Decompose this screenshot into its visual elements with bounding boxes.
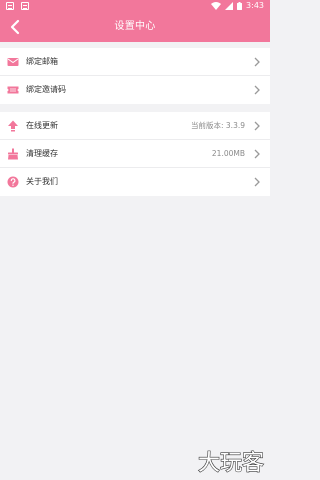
back-button[interactable] [6,17,26,37]
bind-email-label: 绑定邮箱 [26,57,58,66]
clear-cache-row[interactable]: 清理缓存 21.00MB [0,140,270,168]
chevron-right-icon [254,149,260,159]
broom-icon [8,148,18,160]
svg-text:大玩客: 大玩客 [198,451,264,476]
watermark-logo: 大玩客 [197,450,264,476]
upload-icon [8,120,18,132]
help-icon [7,176,19,188]
page-title: 设置中心 [114,21,156,32]
status-bar: 3:43 [0,0,270,12]
online-update-label: 在线更新 [26,121,58,130]
back-arrow-icon [10,19,20,35]
about-us-label: 关于我们 [26,177,58,186]
bind-invite-code-label: 绑定邀请码 [26,85,66,94]
bind-email-row[interactable]: 绑定邮箱 [0,48,270,76]
settings-group-binding: 绑定邮箱 绑定邀请码 [0,48,270,104]
wifi-icon [211,2,222,10]
chevron-right-icon [254,121,260,131]
chevron-right-icon [254,57,260,67]
bind-invite-code-row[interactable]: 绑定邀请码 [0,76,270,104]
online-update-row[interactable]: 在线更新 当前版本: 3.3.9 [0,112,270,140]
settings-group-app: 在线更新 当前版本: 3.3.9 清理缓存 21.00MB 关于我们 [0,112,270,196]
notification-icon [21,2,29,10]
chevron-right-icon [254,85,260,95]
app-bar: 设置中心 [0,12,270,42]
about-us-row[interactable]: 关于我们 [0,168,270,196]
cache-size-value: 21.00MB [211,149,245,158]
mail-icon [7,58,19,66]
battery-icon [237,2,243,10]
ticket-icon [7,86,19,94]
signal-icon [225,2,234,10]
current-version-value: 当前版本: 3.3.9 [191,121,245,130]
status-time: 3:43 [246,1,264,10]
chevron-right-icon [254,177,260,187]
clear-cache-label: 清理缓存 [26,149,58,158]
notification-icon [6,2,14,10]
